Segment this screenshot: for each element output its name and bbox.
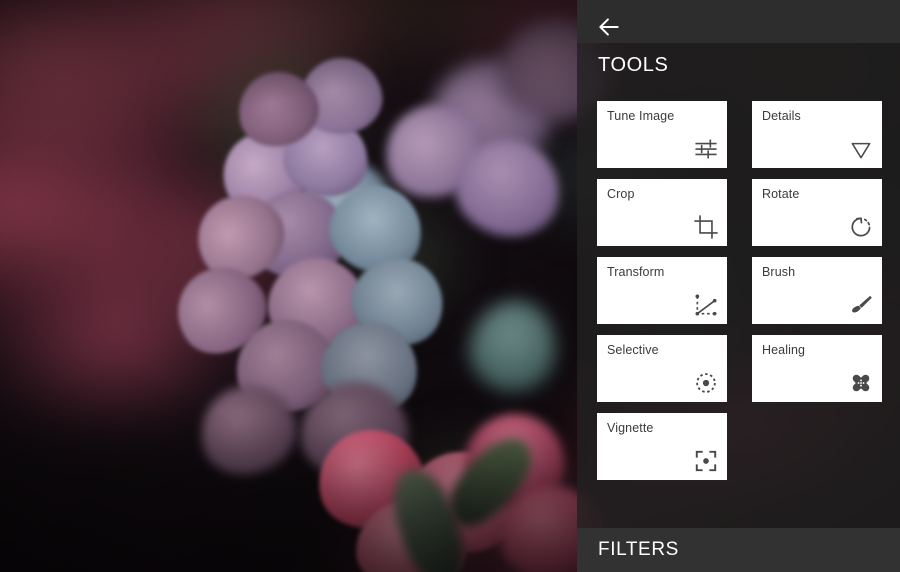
- tools-panel: TOOLS Tune Image Details Crop Rotate Tra…: [577, 0, 900, 572]
- tool-label-details: Details: [762, 109, 801, 123]
- panel-header: [577, 0, 900, 43]
- tool-label-brush: Brush: [762, 265, 796, 279]
- tool-label-selective: Selective: [607, 343, 659, 357]
- tool-tile-brush[interactable]: Brush: [752, 257, 882, 324]
- tool-label-transform: Transform: [607, 265, 665, 279]
- back-arrow-icon[interactable]: [596, 14, 622, 40]
- tool-tile-rotate[interactable]: Rotate: [752, 179, 882, 246]
- tool-label-rotate: Rotate: [762, 187, 800, 201]
- filters-section-title: FILTERS: [598, 539, 679, 560]
- tool-tile-healing[interactable]: Healing: [752, 335, 882, 402]
- triangle-down-icon: [848, 136, 874, 162]
- tool-label-vignette: Vignette: [607, 421, 654, 435]
- transform-perspective-icon: [693, 292, 719, 318]
- tool-label-crop: Crop: [607, 187, 635, 201]
- tool-tile-crop[interactable]: Crop: [597, 179, 727, 246]
- tools-section-title: TOOLS: [598, 54, 669, 76]
- tune-sliders-icon: [693, 136, 719, 162]
- app-root: TOOLS Tune Image Details Crop Rotate Tra…: [0, 0, 900, 572]
- tool-label-healing: Healing: [762, 343, 806, 357]
- tool-tile-transform[interactable]: Transform: [597, 257, 727, 324]
- healing-bandage-icon: [848, 370, 874, 396]
- filters-section[interactable]: FILTERS: [577, 528, 900, 572]
- vignette-frame-icon: [693, 448, 719, 474]
- selective-target-icon: [693, 370, 719, 396]
- tool-tile-selective[interactable]: Selective: [597, 335, 727, 402]
- tool-tile-details[interactable]: Details: [752, 101, 882, 168]
- tool-tile-vignette[interactable]: Vignette: [597, 413, 727, 480]
- rotate-clockwise-icon: [848, 214, 874, 240]
- crop-icon: [693, 214, 719, 240]
- tool-tile-tune-image[interactable]: Tune Image: [597, 101, 727, 168]
- tool-label-tune-image: Tune Image: [607, 109, 675, 123]
- paintbrush-icon: [848, 292, 874, 318]
- tools-grid: Tune Image Details Crop Rotate Transform…: [597, 101, 882, 480]
